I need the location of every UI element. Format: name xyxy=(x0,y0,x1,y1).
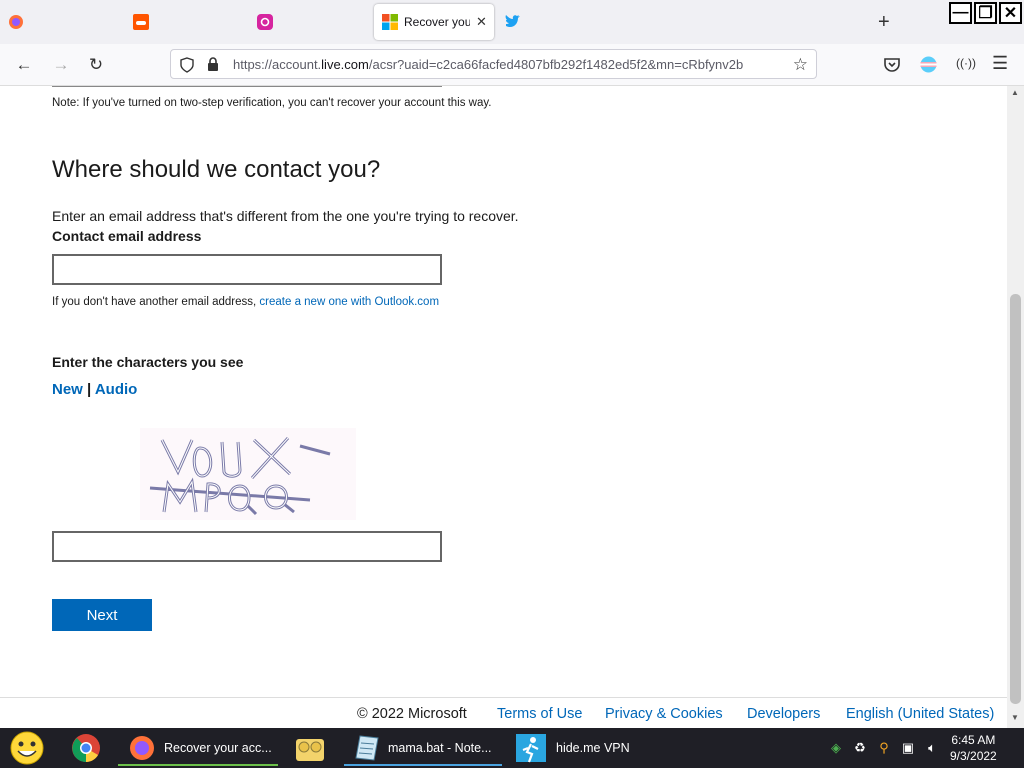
create-outlook-link[interactable]: create a new one with Outlook.com xyxy=(259,296,439,308)
close-icon: ✕ xyxy=(1003,5,1018,22)
clock-date: 9/3/2022 xyxy=(950,749,997,763)
vpn-icon xyxy=(516,734,546,763)
taskbar-item-notepad[interactable]: mama.bat - Note... xyxy=(344,730,502,766)
scroll-down-icon[interactable]: ▼ xyxy=(1011,713,1019,722)
taskbar: Recover your acc... mama.bat - Note... h… xyxy=(0,728,1024,768)
network-globe-icon[interactable]: ◈ xyxy=(828,740,844,756)
menu-icon[interactable]: ☰ xyxy=(992,53,1008,74)
page-heading: Where should we contact you? xyxy=(52,156,381,183)
taskbar-item-firefox[interactable]: Recover your acc... xyxy=(118,730,278,766)
captcha-image xyxy=(140,428,356,520)
network-icon[interactable]: ▣ xyxy=(900,740,916,756)
scroll-thumb[interactable] xyxy=(1010,294,1021,704)
tab-soundcloud[interactable] xyxy=(133,4,155,40)
two-step-note: Note: If you've turned on two-step verif… xyxy=(52,97,492,109)
reload-icon: ↻ xyxy=(88,55,104,74)
back-arrow-icon: ← xyxy=(15,55,33,74)
pocket-icon[interactable] xyxy=(884,57,900,72)
taskbar-item-label: Recover your acc... xyxy=(164,741,272,755)
divider xyxy=(52,86,442,87)
lock-icon[interactable] xyxy=(207,57,219,72)
folder-group-icon[interactable] xyxy=(294,733,326,763)
tab-recover-account[interactable]: Recover your account ✕ xyxy=(374,4,494,40)
notepad-icon xyxy=(355,735,379,761)
forward-button[interactable]: → xyxy=(50,54,72,76)
captcha-heading: Enter the characters you see xyxy=(52,354,244,370)
language-link[interactable]: English (United States) xyxy=(846,706,994,722)
taskbar-item-vpn[interactable]: hide.me VPN xyxy=(506,730,666,766)
captcha-options: New | Audio xyxy=(52,381,137,398)
tab-firefox[interactable] xyxy=(8,4,30,40)
chrome-icon[interactable] xyxy=(70,732,102,764)
bookmark-star-icon[interactable]: ☆ xyxy=(793,55,808,75)
url-bar[interactable]: https://account.live.com/acsr?uaid=c2ca6… xyxy=(170,49,817,79)
tab-twitter[interactable] xyxy=(505,4,527,40)
captcha-input[interactable] xyxy=(52,531,442,562)
close-tab-icon[interactable]: ✕ xyxy=(476,14,487,30)
contact-email-label: Contact email address xyxy=(52,228,202,244)
navigation-bar: ← → ↻ https://account.live.com/acsr?uaid… xyxy=(0,44,1024,86)
recycle-tray-icon[interactable]: ♻ xyxy=(852,740,868,756)
close-window-button[interactable]: ✕ xyxy=(999,2,1022,24)
soundcloud-icon xyxy=(133,14,149,30)
new-tab-button[interactable]: + xyxy=(878,12,890,32)
clock[interactable]: 6:45 AM 9/3/2022 xyxy=(950,732,997,764)
captcha-audio-link[interactable]: Audio xyxy=(95,381,138,398)
reload-button[interactable]: ↻ xyxy=(85,54,107,76)
developers-link[interactable]: Developers xyxy=(747,706,820,722)
captcha-new-link[interactable]: New xyxy=(52,381,83,398)
page-scrollbar[interactable]: ▲ ▼ xyxy=(1007,86,1024,728)
extension-icon[interactable]: ((·)) xyxy=(956,56,976,70)
copyright: © 2022 Microsoft xyxy=(357,706,467,722)
tab-strip: Recover your account ✕ + — ❐ ✕ xyxy=(0,0,1024,44)
contact-email-input[interactable] xyxy=(52,254,442,285)
next-button[interactable]: Next xyxy=(52,599,152,631)
clock-time: 6:45 AM xyxy=(951,733,996,747)
volume-icon[interactable]: 🔈︎ xyxy=(924,740,940,756)
page-content: Note: If you've turned on two-step verif… xyxy=(0,86,1007,697)
shield-icon[interactable] xyxy=(180,57,194,73)
search-tray-icon[interactable]: ⚲ xyxy=(876,740,892,756)
tab-instagram[interactable] xyxy=(257,4,279,40)
no-email-hint: If you don't have another email address,… xyxy=(52,296,440,308)
terms-link[interactable]: Terms of Use xyxy=(497,706,582,722)
page-description: Enter an email address that's different … xyxy=(52,208,519,224)
restore-button[interactable]: ❐ xyxy=(974,2,997,24)
privacy-link[interactable]: Privacy & Cookies xyxy=(605,706,723,722)
captcha-separator: | xyxy=(87,381,92,398)
url-text[interactable]: https://account.live.com/acsr?uaid=c2ca6… xyxy=(233,57,783,72)
forward-arrow-icon: → xyxy=(52,55,70,74)
firefox-icon xyxy=(130,736,154,760)
taskbar-item-label: mama.bat - Note... xyxy=(388,741,492,755)
back-button[interactable]: ← xyxy=(13,54,35,76)
page-footer: © 2022 Microsoft Terms of Use Privacy & … xyxy=(0,697,1007,728)
extension-flag-icon[interactable] xyxy=(920,56,937,73)
tab-title: Recover your account xyxy=(404,15,470,29)
minimize-icon: — xyxy=(952,4,969,21)
minimize-button[interactable]: — xyxy=(949,2,972,24)
instagram-icon xyxy=(257,14,273,30)
scroll-up-icon[interactable]: ▲ xyxy=(1011,88,1019,97)
twitter-icon xyxy=(505,15,520,28)
start-smiley-icon[interactable] xyxy=(8,730,46,766)
microsoft-icon xyxy=(382,14,398,30)
firefox-icon xyxy=(9,15,23,29)
restore-icon: ❐ xyxy=(978,5,993,22)
taskbar-item-label: hide.me VPN xyxy=(556,741,630,755)
